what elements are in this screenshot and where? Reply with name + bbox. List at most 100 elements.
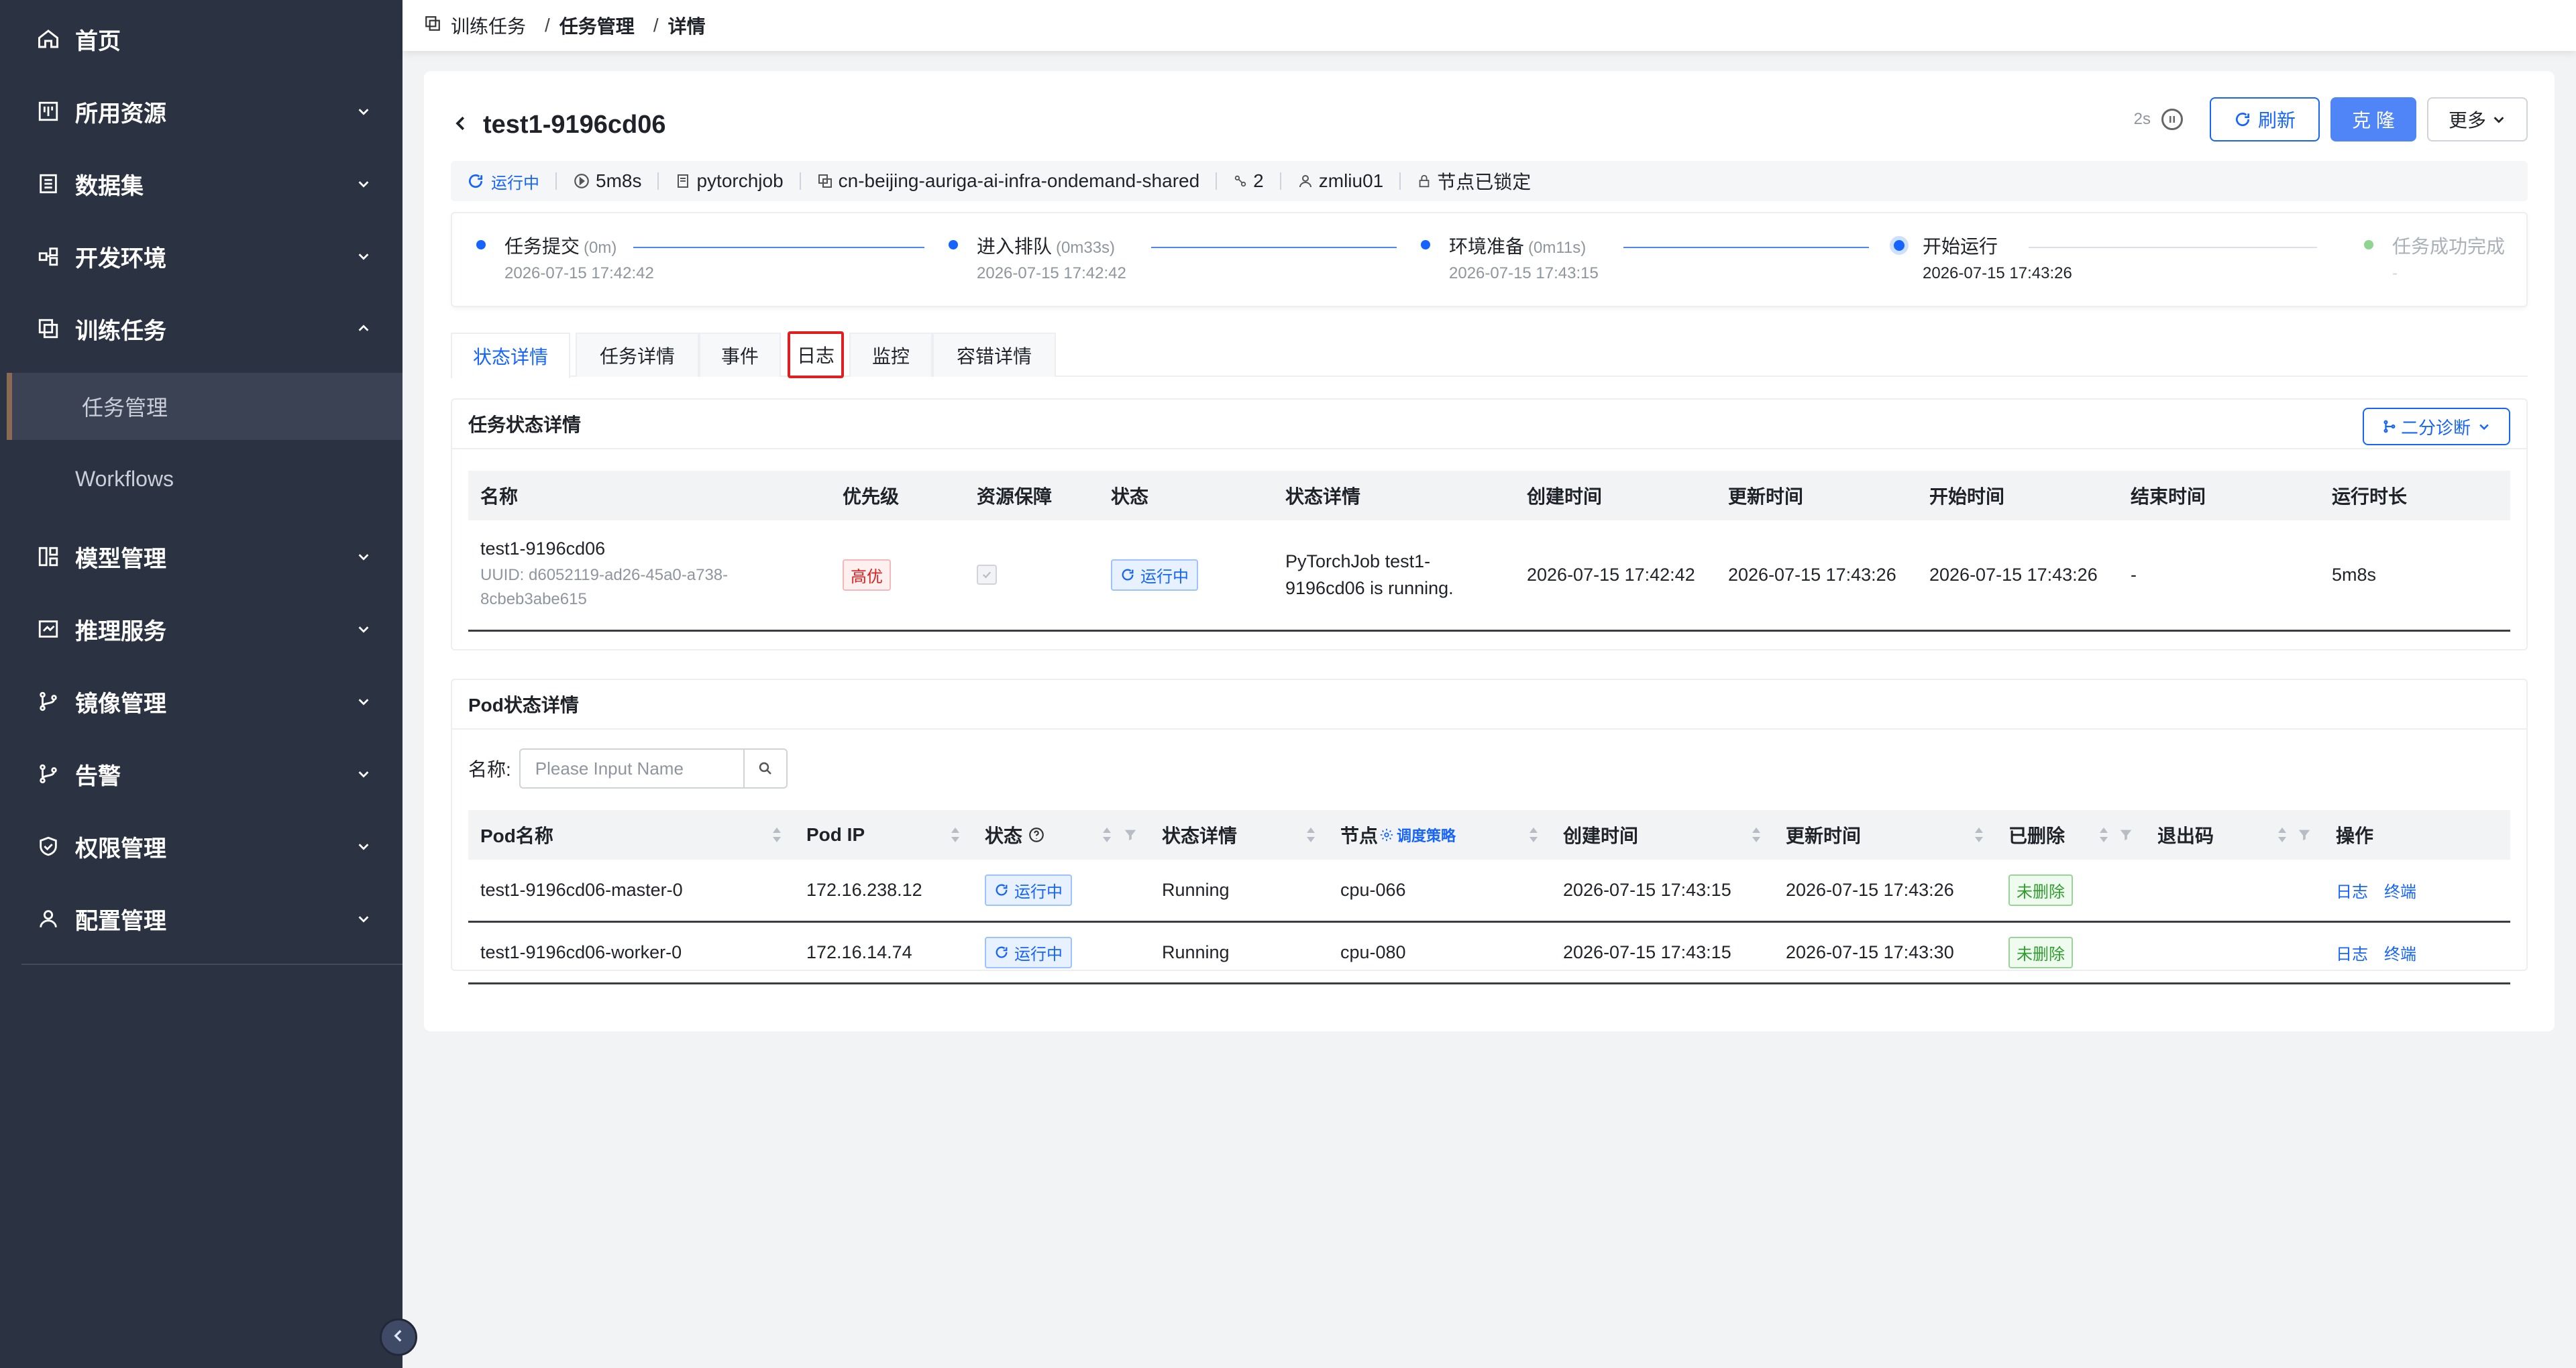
pod-name-filter: 名称: Please Input Name [468, 748, 788, 789]
column-header: 资源保障 [965, 471, 1099, 520]
sort-icon[interactable] [2098, 826, 2109, 844]
sort-icon[interactable] [1751, 826, 1762, 844]
sidebar-item-home[interactable]: 首页 [0, 3, 402, 75]
status-label: 运行中 [1014, 882, 1063, 901]
filter-icon[interactable] [2297, 828, 2312, 842]
log-link[interactable]: 日志 [2336, 946, 2368, 964]
clone-button[interactable]: 克 隆 [2330, 97, 2416, 141]
sort-icon[interactable] [771, 826, 782, 844]
filter-icon[interactable] [1123, 828, 1138, 842]
sort-icon[interactable] [950, 826, 961, 844]
step-title-text: 任务成功完成 [2392, 236, 2506, 257]
tab-label: 任务详情 [599, 346, 675, 367]
bisect-diagnose-label: 二分诊断 [2400, 417, 2471, 438]
job-duration-value: 5m8s [596, 170, 642, 191]
more-button[interactable]: 更多 [2427, 97, 2528, 141]
help-icon[interactable] [1028, 826, 1045, 844]
tab-fault-tolerance[interactable]: 容错详情 [932, 333, 1056, 377]
column-title: 创建时间 [1563, 825, 1639, 846]
column-header: 状态 [1099, 471, 1273, 520]
step-dot-current [1890, 236, 1909, 255]
duration-cell: 5m8s [2320, 520, 2510, 632]
sidebar-item-label: 开发环境 [75, 245, 166, 272]
chevron-down-icon [354, 764, 373, 783]
sidebar-item-inference[interactable]: 推理服务 [0, 593, 402, 665]
pod-status-cell: 运行中 [973, 921, 1150, 984]
sidebar-item-workflows[interactable]: Workflows [7, 445, 402, 512]
job-replicas-value: 2 [1253, 170, 1264, 191]
back-icon[interactable] [451, 113, 471, 137]
sidebar-item-resources[interactable]: 所用资源 [0, 75, 402, 148]
job-meta-bar: 运行中 5m8s pytorchjob cn-beijing-auriga-ai… [451, 161, 2528, 201]
sidebar-item-datasets[interactable]: 数据集 [0, 148, 402, 220]
table-header: 名称 优先级 资源保障 状态 状态详情 创建时间 更新时间 开始时间 结束时间 … [468, 471, 2510, 520]
divider [799, 172, 801, 190]
terminal-link[interactable]: 终端 [2384, 946, 2416, 964]
sidebar-item-label: 镜像管理 [75, 691, 166, 717]
sidebar-item-models[interactable]: 模型管理 [0, 520, 402, 593]
alert-icon [35, 760, 62, 787]
lock-icon [1417, 174, 1432, 188]
step-dot [476, 240, 486, 249]
sort-icon[interactable] [2277, 826, 2288, 844]
refresh-button[interactable]: 刷新 [2210, 97, 2320, 141]
sidebar-item-training[interactable]: 训练任务 [0, 292, 402, 365]
breadcrumb-root[interactable]: 训练任务 [451, 12, 526, 39]
breadcrumb-current: 详情 [667, 16, 706, 37]
schedule-policy-link[interactable]: 调度策略 [1397, 824, 1456, 846]
sort-icon[interactable] [1974, 826, 1984, 844]
refresh-label: 刷新 [2257, 110, 2296, 131]
pod-updated-cell: 2026-07-15 17:43:26 [1774, 860, 1996, 923]
pod-updated-cell: 2026-07-15 17:43:30 [1774, 921, 1996, 984]
status-cell: 运行中 [1099, 520, 1273, 632]
step-title: 进入排队 (0m33s) [977, 232, 1115, 259]
sidebar-item-alerts[interactable]: 告警 [0, 738, 402, 810]
step-connector [2029, 247, 2317, 248]
replicas-icon [1233, 174, 1248, 188]
terminal-link[interactable]: 终端 [2384, 883, 2416, 901]
sidebar-item-label: 任务管理 [82, 396, 168, 420]
sort-icon[interactable] [1305, 826, 1316, 844]
top-bar: 训练任务 / 任务管理 / 详情 [402, 0, 2576, 51]
chevron-down-icon [354, 909, 373, 928]
column-tools [2277, 826, 2312, 844]
search-button[interactable] [744, 748, 788, 789]
step-connector [1151, 247, 1397, 248]
task-name-cell: test1-9196cd06 UUID: d6052119-ad26-45a0-… [468, 520, 830, 632]
collapse-sidebar-button[interactable] [380, 1318, 417, 1356]
sidebar-divider [21, 964, 402, 965]
sidebar-item-images[interactable]: 镜像管理 [0, 665, 402, 738]
sort-icon[interactable] [1102, 826, 1112, 844]
sidebar-item-task-management[interactable]: 任务管理 [7, 373, 402, 440]
divider [555, 172, 557, 190]
tab-logs[interactable]: 日志 [788, 331, 844, 378]
updated-time-cell: 2026-07-15 17:43:26 [1716, 520, 1917, 632]
tab-status-detail[interactable]: 状态详情 [451, 333, 570, 378]
breadcrumb-separator: / [545, 15, 550, 36]
resource-guarantee-checkbox [977, 564, 997, 585]
gear-icon[interactable] [1379, 828, 1394, 842]
step-time: 2026-07-15 17:42:42 [504, 264, 654, 282]
sidebar-item-config[interactable]: 配置管理 [0, 882, 402, 955]
step-title-text: 任务提交 [504, 236, 580, 257]
table-row: test1-9196cd06 UUID: d6052119-ad26-45a0-… [468, 520, 2510, 632]
pod-name-search-input[interactable]: Please Input Name [519, 748, 745, 789]
job-status-label: 运行中 [491, 174, 539, 192]
chevron-down-icon [2477, 420, 2491, 433]
sort-icon[interactable] [1528, 826, 1539, 844]
step-time: 2026-07-15 17:43:15 [1449, 264, 1599, 282]
shield-icon [35, 833, 62, 860]
tab-events[interactable]: 事件 [699, 333, 781, 377]
log-link[interactable]: 日志 [2336, 883, 2368, 901]
column-header: Pod IP [794, 810, 973, 860]
sidebar-item-permissions[interactable]: 权限管理 [0, 810, 402, 882]
tab-monitor[interactable]: 监控 [849, 333, 932, 377]
tab-task-detail[interactable]: 任务详情 [576, 333, 699, 377]
breadcrumb-mid[interactable]: 任务管理 [559, 12, 635, 39]
pause-icon[interactable] [2161, 109, 2183, 130]
filter-icon[interactable] [2118, 828, 2133, 842]
sidebar-item-dev-env[interactable]: 开发环境 [0, 220, 402, 292]
column-title: 节点 [1340, 825, 1379, 846]
column-header: 结束时间 [2118, 471, 2320, 520]
bisect-diagnose-button[interactable]: 二分诊断 [2363, 408, 2510, 445]
